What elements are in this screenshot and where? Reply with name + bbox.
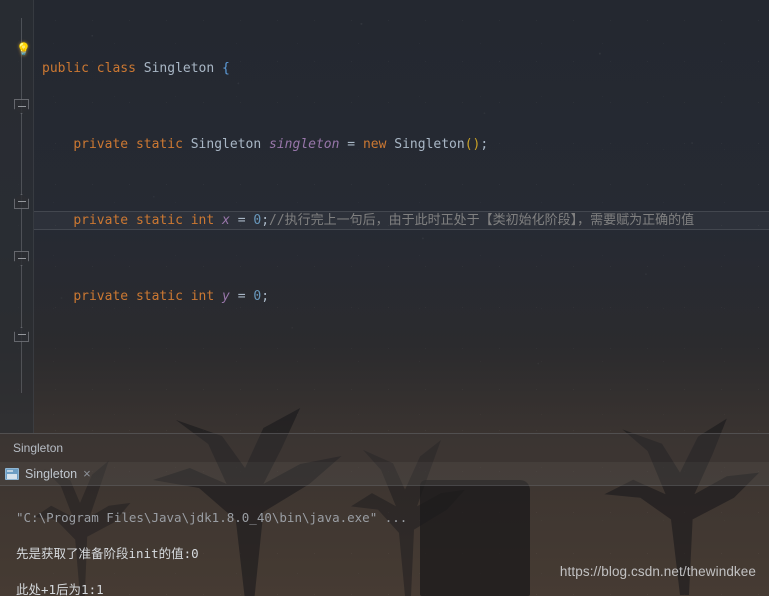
code-line[interactable]: public class Singleton {	[34, 59, 769, 78]
code-line-blank[interactable]	[34, 363, 769, 382]
console-line: 此处+1后为1:1	[16, 582, 104, 596]
code-line[interactable]: private static int y = 0;	[34, 287, 769, 306]
run-toolwindow-title: Singleton	[13, 441, 64, 455]
console-output[interactable]: "C:\Program Files\Java\jdk1.8.0_40\bin\j…	[0, 486, 769, 596]
line-comment: //执行完上一句后，由于此时正处于【类初始化阶段】，需要赋为正确的值	[269, 213, 695, 228]
code-editor[interactable]: 💡 public class Singleton { private stati…	[0, 0, 769, 433]
code-line[interactable]: private static Singleton singleton = new…	[34, 135, 769, 154]
run-toolwindow-header[interactable]: Singleton	[0, 433, 769, 462]
close-icon[interactable]: ×	[83, 467, 91, 480]
code-line-current[interactable]: private static int x = 0;//执行完上一句后，由于此时正…	[34, 211, 769, 230]
console-command: "C:\Program Files\Java\jdk1.8.0_40\bin\j…	[16, 510, 408, 525]
run-tab-label: Singleton	[25, 466, 78, 481]
console-line: 先是获取了准备阶段init的值:0	[16, 546, 199, 561]
run-tab-strip[interactable]: Singleton ×	[0, 462, 769, 486]
code-content[interactable]: public class Singleton { private static …	[0, 0, 769, 433]
run-configuration-icon	[5, 467, 19, 480]
run-tab-singleton[interactable]: Singleton ×	[0, 462, 99, 486]
ide-window: 💡 public class Singleton { private stati…	[0, 0, 769, 596]
